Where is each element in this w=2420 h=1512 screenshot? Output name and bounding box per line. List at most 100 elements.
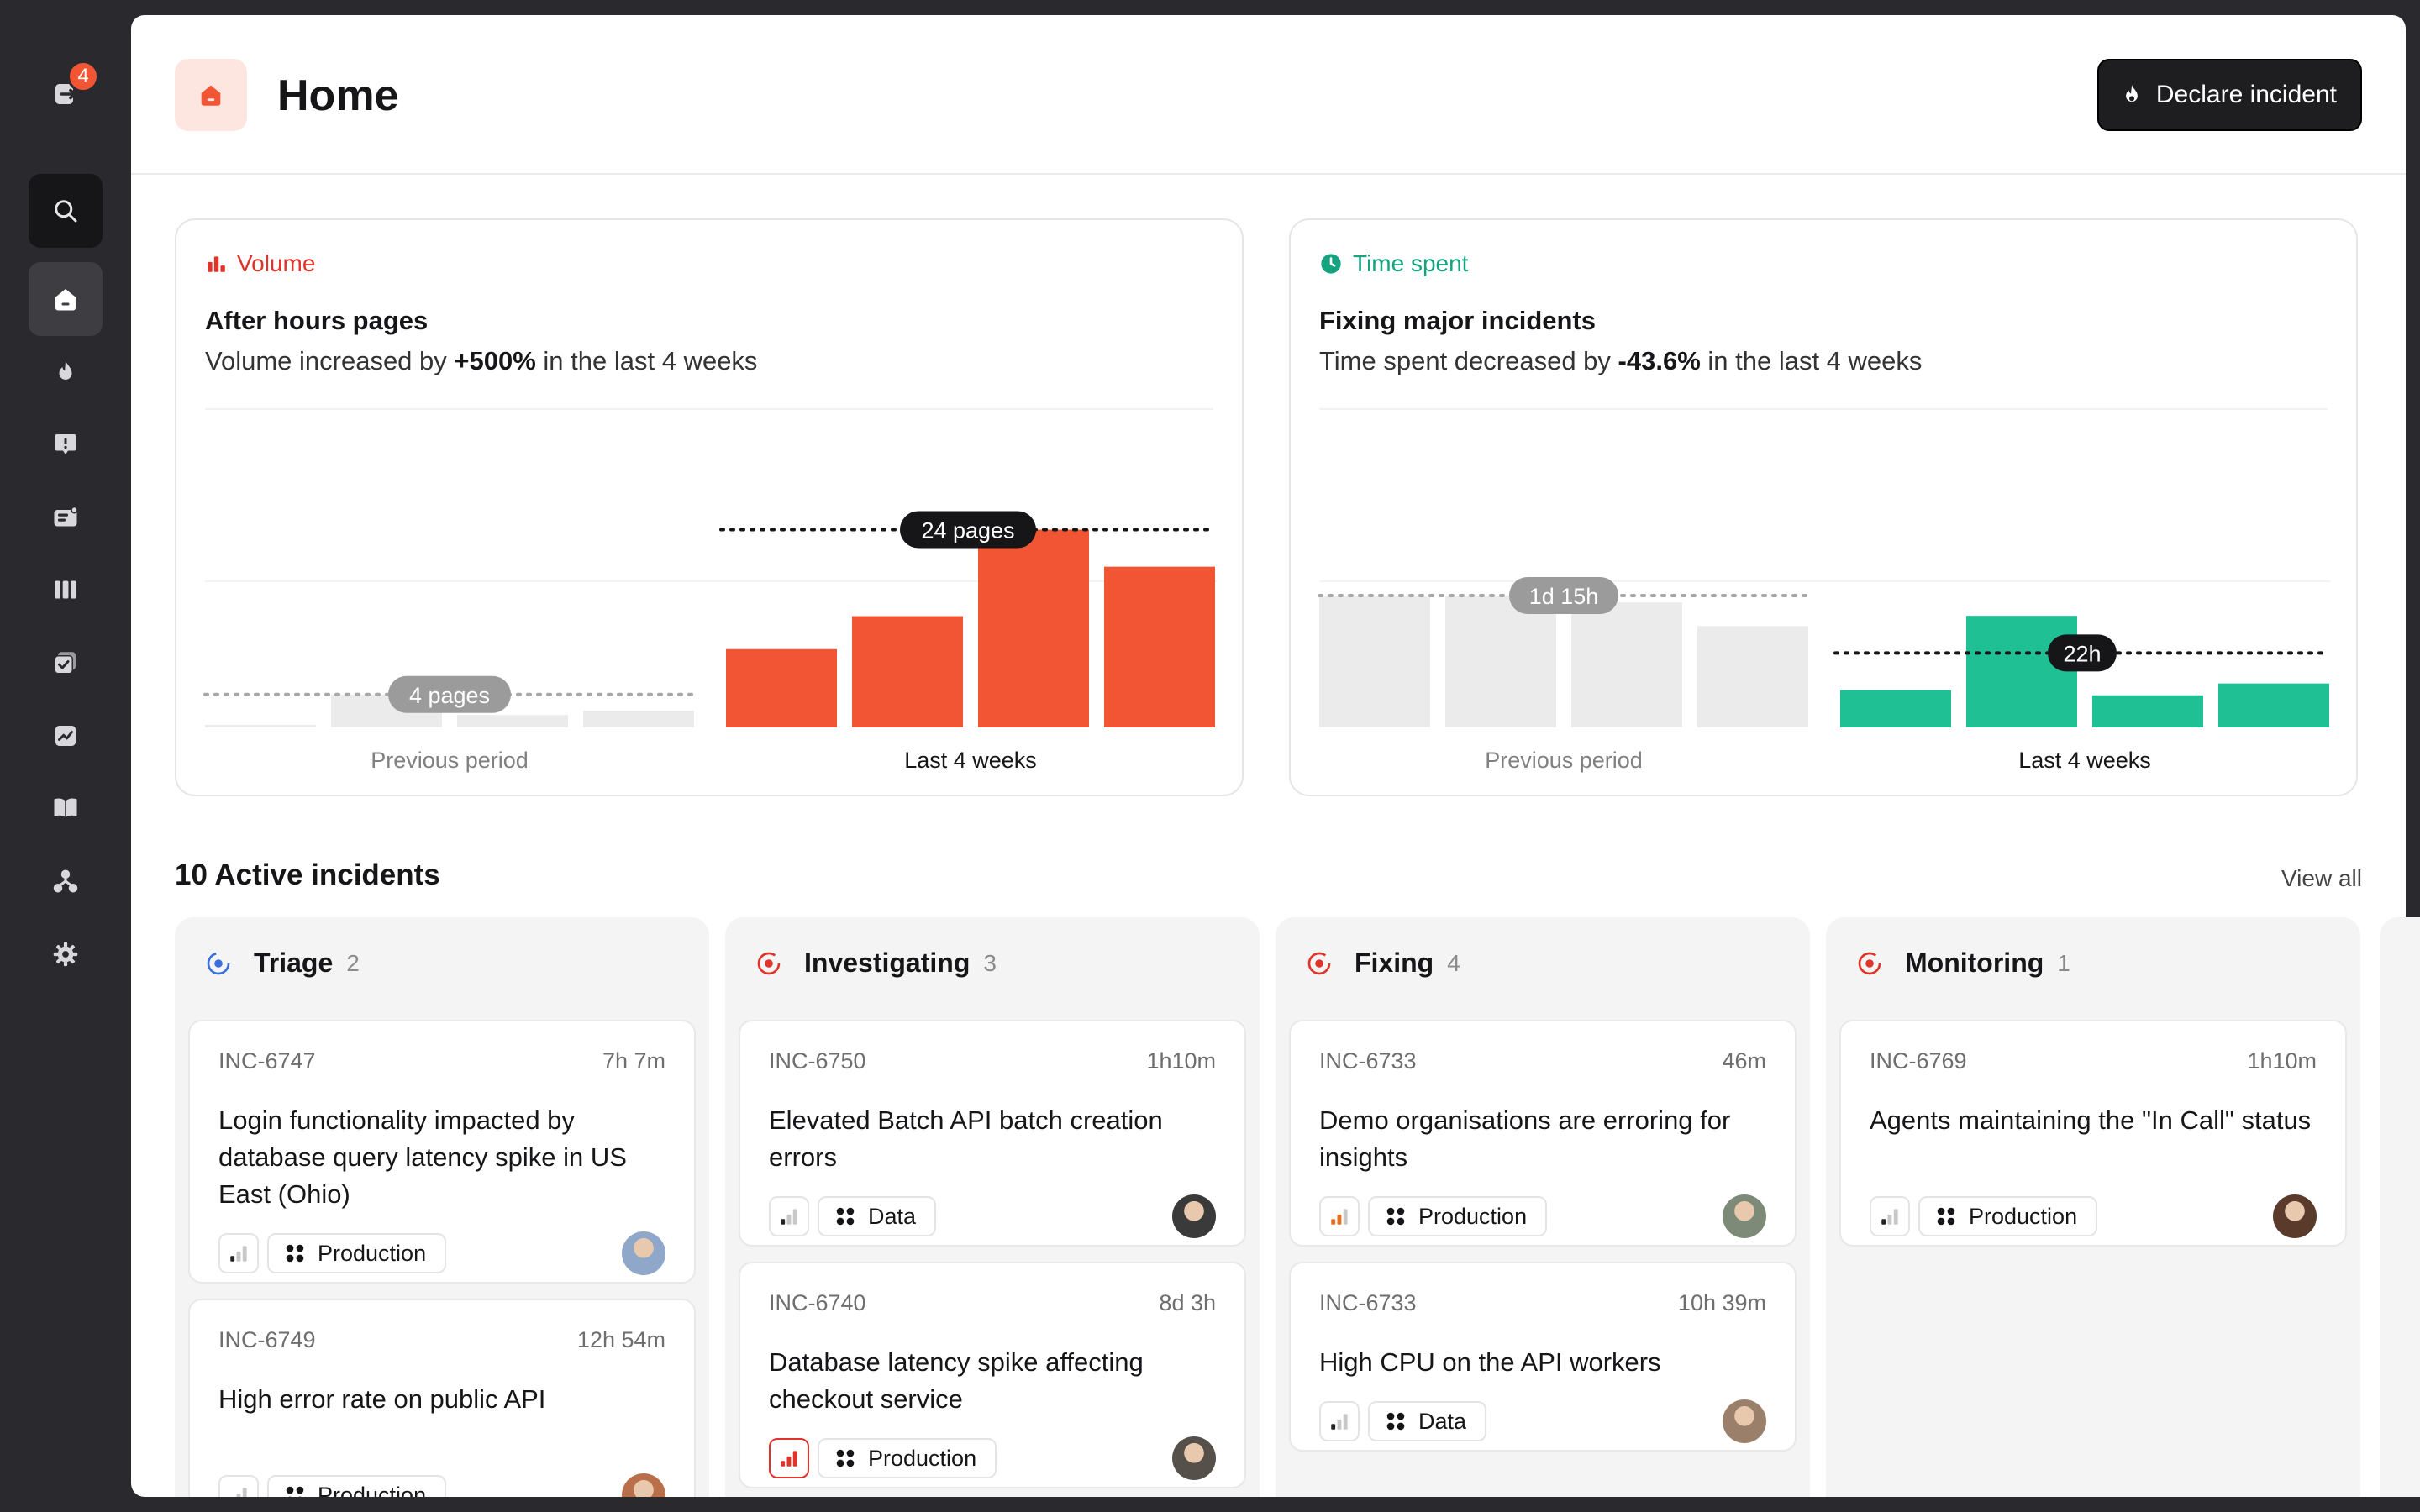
incident-type-label: Production — [868, 1445, 977, 1471]
current-average-label: 24 pages — [921, 518, 1014, 543]
severity-medium-icon — [1331, 1209, 1348, 1225]
severity-low-icon — [1881, 1209, 1898, 1225]
incident-duration: 10h 39m — [1677, 1290, 1766, 1315]
sidebar-item-alerts[interactable] — [29, 407, 103, 481]
column-triage: Triage 2 INC-6747 7h 7m Login functionality … — [175, 917, 709, 1497]
sidebar-item-follow-ups[interactable] — [29, 626, 103, 700]
incident-type-label: Production — [1418, 1203, 1528, 1229]
incident-card[interactable]: INC-6740 8d 3h Database latency spike affe… — [739, 1262, 1246, 1488]
incident-card[interactable]: INC-6749 12h 54m High error rate on public… — [188, 1299, 696, 1497]
incident-id: INC-6750 — [769, 1048, 866, 1074]
severity-badge[interactable] — [218, 1233, 259, 1273]
view-all-link[interactable]: View all — [2281, 865, 2362, 892]
incident-duration: 7h 7m — [602, 1048, 666, 1074]
chart-icon — [55, 726, 76, 746]
incident-type-tag[interactable]: Production — [267, 1475, 447, 1498]
previous-period-bar — [205, 725, 316, 727]
page-icon — [175, 59, 247, 131]
avatar[interactable] — [1723, 1194, 1766, 1238]
sidebar-item-on-call[interactable] — [29, 480, 103, 554]
volume-insight-card[interactable]: Volume After hours pages Volume increase… — [175, 218, 1244, 796]
incident-title: Demo organisations are erroring for insi… — [1319, 1105, 1731, 1172]
grid-icon — [836, 1449, 855, 1467]
grid-icon — [286, 1486, 304, 1497]
pager-icon — [54, 506, 79, 527]
incident-id: INC-6733 — [1319, 1048, 1417, 1074]
gear-icon — [53, 942, 78, 967]
incident-type-tag[interactable]: Production — [1918, 1196, 2098, 1236]
sidebar-item-status-pages[interactable] — [29, 553, 103, 627]
declare-incident-button[interactable]: Declare incident — [2096, 59, 2362, 131]
incident-type-tag[interactable]: Production — [1368, 1196, 1548, 1236]
avatar[interactable] — [622, 1473, 666, 1497]
incident-duration: 1h10m — [2247, 1048, 2317, 1074]
last-4-weeks-bar — [1966, 616, 2077, 727]
incident-id: INC-6740 — [769, 1290, 866, 1315]
last-4-weeks-bar — [978, 529, 1089, 727]
alert-icon — [55, 434, 76, 454]
avatar[interactable] — [1172, 1436, 1216, 1480]
sidebar-item-home[interactable] — [29, 262, 103, 336]
time-spent-insight-card[interactable]: Time spent Fixing major incidents Time s… — [1289, 218, 2358, 796]
previous-period-bar — [1697, 626, 1808, 727]
incident-type-label: Production — [318, 1482, 427, 1498]
sidebar-item-catalog[interactable] — [29, 844, 103, 918]
severity-badge[interactable] — [218, 1475, 259, 1497]
sidebar-item-workflows[interactable] — [29, 771, 103, 845]
incident-type-tag[interactable]: Production — [818, 1438, 997, 1478]
incident-card[interactable]: INC-6733 46m Demo organisations are errori… — [1289, 1020, 1797, 1247]
home-icon — [55, 289, 76, 311]
column-header: Fixing 4 — [1306, 948, 1460, 979]
severity-badge[interactable] — [1870, 1196, 1910, 1236]
sidebar-item-search[interactable] — [29, 174, 103, 248]
volume-bar-chart: 4 pages 24 pages Previous period Last 4 wee… — [203, 511, 1217, 773]
status-investigating-icon — [757, 952, 781, 974]
incident-card[interactable]: INC-6769 1h10m Agents maintaining the "In … — [1839, 1020, 2347, 1247]
incident-type-tag[interactable]: Data — [1368, 1401, 1487, 1441]
severity-badge[interactable] — [769, 1196, 809, 1236]
severity-badge[interactable] — [1319, 1196, 1360, 1236]
column-title: Monitoring — [1905, 948, 2044, 978]
column-investigating: Investigating 3 INC-6750 1h10m Elevated Batc… — [725, 917, 1260, 1497]
incident-id: INC-6749 — [218, 1327, 316, 1352]
avatar[interactable] — [1172, 1194, 1216, 1238]
incident-type-label: Production — [1969, 1203, 2078, 1229]
incident-card[interactable]: INC-6747 7h 7m Login functionality impacte… — [188, 1020, 696, 1284]
incident-footer: Data — [769, 1196, 937, 1236]
incident-card[interactable]: INC-6733 10h 39m High CPU on the API worke… — [1289, 1262, 1797, 1452]
columns-icon — [55, 580, 76, 599]
previous-period-bar — [583, 711, 694, 727]
column-header: Investigating 3 — [755, 948, 997, 979]
home-icon — [201, 85, 221, 106]
severity-low-icon — [1331, 1414, 1348, 1430]
incident-footer: Production — [1319, 1196, 1548, 1236]
column-count: 2 — [346, 949, 360, 976]
flame-icon — [2126, 85, 2138, 102]
sidebar-item-settings[interactable] — [29, 917, 103, 991]
incident-type-tag[interactable]: Data — [818, 1196, 937, 1236]
severity-badge[interactable] — [769, 1438, 809, 1478]
sidebar-item-insights[interactable] — [29, 699, 103, 773]
incident-type-tag[interactable]: Production — [267, 1233, 447, 1273]
severity-badge[interactable] — [1319, 1401, 1360, 1441]
avatar[interactable] — [1723, 1399, 1766, 1443]
sidebar-item-incidents[interactable] — [29, 335, 103, 409]
last-4-weeks-bar — [1104, 566, 1215, 727]
severity-low-icon — [781, 1209, 797, 1225]
last-4-weeks-bar — [1840, 690, 1951, 727]
grid-icon — [1386, 1412, 1405, 1431]
column-header: Triage 2 — [205, 948, 360, 979]
incident-card[interactable]: INC-6750 1h10m Elevated Batch API batch cr… — [739, 1020, 1246, 1247]
page-header: Home Declare incident — [131, 15, 2406, 175]
incident-title: High CPU on the API workers — [1319, 1347, 1661, 1377]
overflow-column-edge — [2380, 917, 2420, 1497]
avatar[interactable] — [2273, 1194, 2317, 1238]
status-triage-icon — [207, 952, 230, 974]
avatar[interactable] — [622, 1231, 666, 1275]
checklist-icon — [54, 652, 76, 675]
previous-period-bar — [457, 715, 568, 727]
incident-id: INC-6747 — [218, 1048, 316, 1074]
incident-type-label: Data — [868, 1203, 917, 1229]
column-header: Monitoring 1 — [1856, 948, 2070, 979]
incident-footer: Data — [1319, 1401, 1487, 1441]
